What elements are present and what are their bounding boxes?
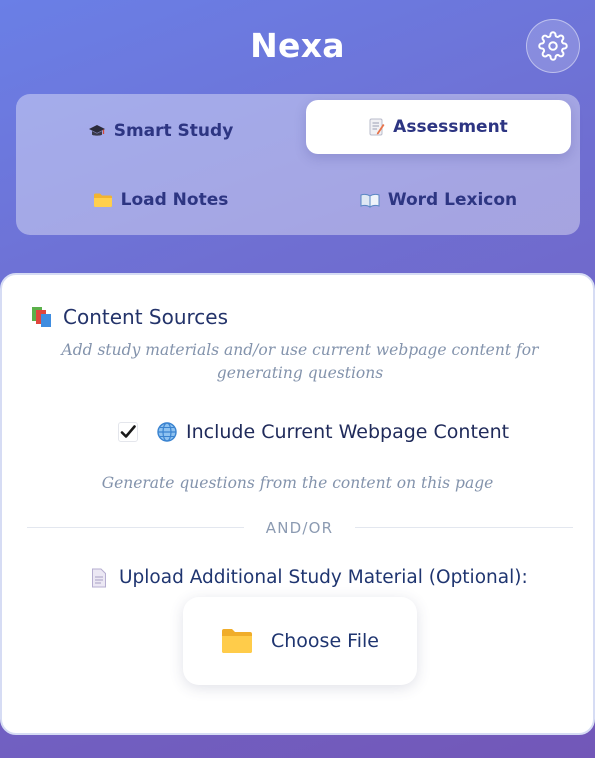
checkmark-icon (120, 425, 136, 438)
include-webpage-checkbox[interactable] (118, 422, 138, 442)
tab-word-lexicon[interactable]: Word Lexicon (306, 173, 571, 227)
tab-label: Smart Study (113, 121, 234, 141)
tab-label: Load Notes (120, 190, 229, 210)
gear-icon (538, 31, 568, 61)
tab-bar: Smart Study Assessment Load Notes Word L… (16, 94, 580, 235)
graduation-cap-icon (88, 123, 106, 139)
folder-icon (221, 628, 253, 654)
tab-label: Assessment (393, 117, 508, 137)
divider-left (27, 527, 244, 528)
tab-label: Word Lexicon (387, 190, 518, 210)
memo-icon (369, 118, 385, 136)
app-title: Nexa (250, 26, 345, 65)
tab-smart-study[interactable]: Smart Study (28, 104, 293, 158)
open-book-icon (360, 192, 380, 208)
section-title: Content Sources (31, 305, 228, 329)
include-webpage-label[interactable]: Include Current Webpage Content (186, 421, 509, 443)
include-webpage-hint: Generate questions from the content on t… (101, 474, 494, 492)
folder-icon (93, 192, 113, 208)
choose-file-label: Choose File (271, 630, 379, 652)
document-icon (91, 568, 107, 588)
tab-load-notes[interactable]: Load Notes (28, 173, 293, 227)
section-subtitle: Add study materials and/or use current w… (61, 341, 539, 382)
settings-button[interactable] (526, 19, 580, 73)
include-webpage-row: Include Current Webpage Content (118, 421, 509, 443)
books-icon (31, 306, 53, 328)
content-sources-card: Content Sources Add study materials and/… (0, 273, 595, 735)
divider-right (355, 527, 573, 528)
upload-label: Upload Additional Study Material (Option… (119, 567, 528, 588)
divider-label: AND/OR (265, 519, 334, 537)
globe-icon (156, 421, 178, 443)
choose-file-button[interactable]: Choose File (183, 597, 417, 685)
upload-row: Upload Additional Study Material (Option… (91, 567, 528, 588)
tab-assessment[interactable]: Assessment (306, 100, 571, 154)
